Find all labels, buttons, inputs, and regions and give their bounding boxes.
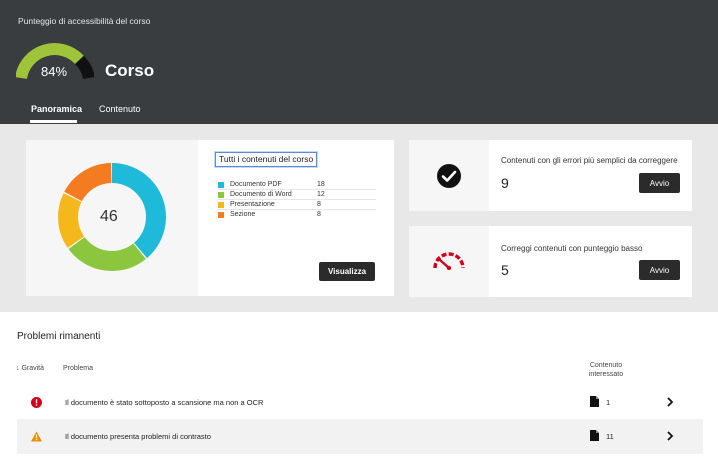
document-icon (590, 430, 599, 441)
course-title: Corso (105, 61, 155, 80)
table-row[interactable]: Il documento presenta problemi di contra… (17, 419, 703, 454)
easy-fix-description: Contenuti con gli errori più semplici da… (501, 156, 678, 165)
checkmark-circle-icon (437, 164, 461, 188)
problems-title: Problemi rimanenti (17, 331, 101, 342)
low-score-fix-count: 5 (501, 262, 509, 278)
legend-count: 8 (317, 211, 321, 218)
legend-count: 8 (317, 201, 321, 208)
low-score-fix-card: Correggi contenuti con punteggio basso 5… (409, 226, 692, 297)
legend-count: 12 (317, 191, 325, 198)
chevron-right-icon[interactable] (666, 431, 674, 441)
view-button[interactable]: Visualizza (319, 262, 375, 281)
problem-column-header: Problema (63, 365, 93, 372)
problem-text: Il documento presenta problemi di contra… (65, 432, 211, 441)
donut-total: 46 (100, 208, 118, 225)
content-legend: Documento PDF 18 Documento di Word 12 Pr… (218, 180, 376, 220)
course-header: Punteggio di accessibilità del corso 84%… (0, 0, 718, 124)
problem-text: Il documento è stato sottoposto a scansi… (65, 398, 264, 407)
low-score-fix-description: Correggi contenuti con punteggio basso (501, 244, 643, 253)
legend-row[interactable]: Sezione 8 (218, 210, 376, 220)
legend-swatch (218, 182, 224, 188)
legend-label: Presentazione (230, 201, 275, 208)
affected-count: 11 (606, 432, 614, 441)
error-circle-icon (31, 397, 42, 408)
tab-content[interactable]: Contenuto (99, 104, 141, 114)
low-score-fix-start-button[interactable]: Avvio (639, 260, 680, 280)
affected-content-column-header: Contenuto interessato (588, 362, 624, 378)
fix-icon-area (409, 226, 489, 297)
legend-swatch (218, 212, 224, 218)
legend-row[interactable]: Presentazione 8 (218, 200, 376, 210)
legend-row[interactable]: Documento PDF 18 (218, 180, 376, 190)
affected-count: 1 (606, 398, 611, 407)
legend-row[interactable]: Documento di Word 12 (218, 190, 376, 200)
chevron-right-icon[interactable] (666, 397, 674, 407)
score-percent: 84% (41, 64, 68, 79)
severity-column-header[interactable]: ↓ Gravità (16, 365, 44, 372)
easy-fix-count: 9 (501, 175, 509, 191)
easy-fix-card: Contenuti con gli errori più semplici da… (409, 140, 692, 211)
active-tab-indicator (30, 120, 77, 123)
table-row[interactable]: Il documento è stato sottoposto a scansi… (17, 385, 703, 420)
legend-label: Documento PDF (230, 181, 282, 188)
easy-fix-start-button[interactable]: Avvio (639, 173, 680, 193)
speedometer-low-icon (433, 252, 465, 270)
all-content-button[interactable]: Tutti i contenuti del corso (215, 152, 318, 167)
gauge-rest-arc (74, 55, 94, 80)
legend-count: 18 (317, 181, 325, 188)
legend-label: Sezione (230, 211, 256, 218)
fix-icon-area (409, 140, 489, 211)
legend-swatch (218, 202, 224, 208)
document-icon (590, 396, 599, 407)
legend-swatch (218, 192, 224, 198)
warning-triangle-icon (31, 431, 42, 442)
tab-overview[interactable]: Panoramica (31, 104, 82, 114)
legend-label: Documento di Word (230, 191, 292, 198)
score-caption: Punteggio di accessibilità del corso (18, 16, 151, 26)
